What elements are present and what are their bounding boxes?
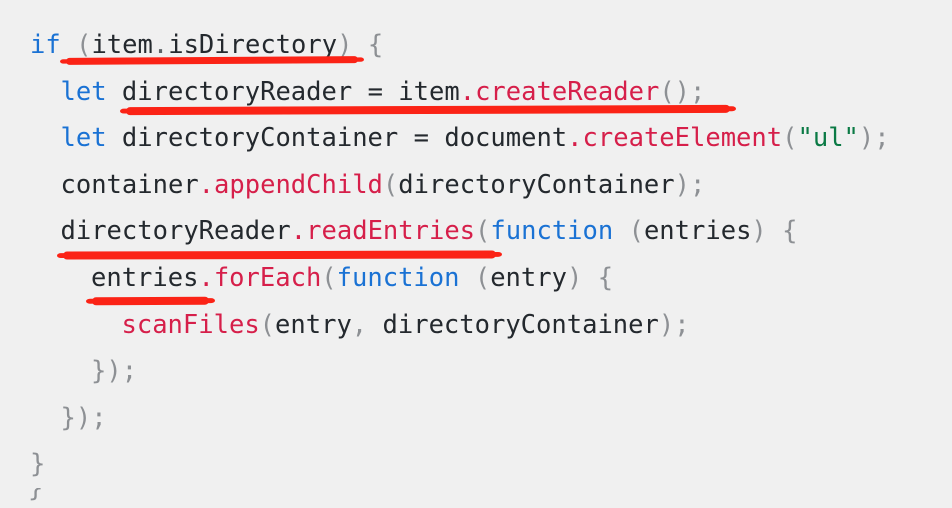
code-line[interactable]: directoryReader.readEntries(function (en… (0, 208, 952, 255)
code-line[interactable]: entries.forEach(function (entry) { (0, 255, 952, 302)
code-token: ( (475, 216, 491, 247)
code-lines-container[interactable]: if (item.isDirectory) {let directoryRead… (0, 22, 952, 508)
code-token: . (198, 262, 214, 293)
code-token: ; (689, 169, 706, 200)
code-token: ( (321, 262, 337, 293)
code-token: ) (106, 356, 122, 387)
code-line[interactable]: scanFiles(entry, directoryContainer); (0, 302, 952, 349)
code-line[interactable]: } (0, 441, 952, 488)
code-token: ; (91, 402, 107, 433)
code-line[interactable]: if (item.isDirectory) { (0, 22, 952, 69)
code-token: directoryContainer (398, 169, 675, 200)
code-token: scanFiles (121, 309, 260, 340)
code-token: directoryContainer (382, 309, 659, 340)
code-token: ( (628, 216, 644, 247)
code-token: } (28, 487, 44, 503)
code-token: } (60, 402, 76, 433)
code-token: ) (674, 169, 690, 200)
code-token: ) (751, 216, 767, 247)
code-line[interactable]: }); (0, 395, 952, 442)
code-token: . (152, 30, 169, 60)
code-token: ) (566, 262, 583, 293)
code-token: ( (782, 123, 798, 154)
code-token: . (198, 169, 215, 200)
code-token: readEntries (306, 216, 476, 247)
code-token: let (60, 76, 107, 107)
code-token: { (597, 262, 614, 293)
code-token: forEach (213, 262, 322, 293)
code-token: . (459, 76, 476, 107)
code-token: = (413, 123, 429, 154)
code-token: ( (382, 169, 399, 200)
code-token: entry (275, 309, 352, 340)
code-token: ; (874, 123, 890, 154)
code-token: ) (674, 76, 691, 107)
code-token: ( (259, 309, 276, 340)
code-token: entries (643, 216, 752, 247)
code-token: ; (690, 76, 706, 107)
code-token: ; (674, 309, 690, 340)
code-token: appendChild (214, 169, 383, 200)
code-token: if (30, 30, 61, 60)
code-token: createReader (475, 76, 660, 107)
code-token: directoryReader (121, 76, 353, 107)
code-token: , (351, 309, 368, 340)
code-token: createElement (582, 123, 783, 154)
code-token: ; (121, 356, 138, 387)
code-token: . (567, 123, 583, 154)
code-line[interactable]: let directoryContainer = document.create… (0, 115, 952, 162)
code-snippet: if (item.isDirectory) {let directoryRead… (0, 0, 952, 508)
code-token: ( (474, 262, 491, 293)
code-line[interactable]: container.appendChild(directoryContainer… (0, 162, 952, 209)
code-token: entry (490, 262, 567, 293)
code-token: isDirectory (168, 30, 338, 60)
code-token: ) (75, 402, 92, 433)
code-token: { (367, 30, 384, 60)
code-line[interactable]: } (0, 488, 952, 508)
code-token: = (367, 76, 383, 107)
code-token: item (398, 76, 460, 107)
code-token: ) (658, 309, 675, 340)
code-token: item (91, 30, 153, 60)
code-token: ( (76, 30, 92, 60)
code-token: entries (91, 262, 199, 293)
code-token: function (336, 262, 460, 293)
code-token: directoryContainer (121, 123, 399, 154)
code-token: function (490, 216, 614, 247)
code-token: document (444, 123, 568, 154)
code-token: "ul" (797, 123, 859, 154)
code-token: container (60, 169, 199, 200)
code-token: let (60, 123, 107, 154)
code-token: ) (337, 30, 353, 60)
code-token: . (290, 216, 307, 247)
code-token: ( (659, 76, 675, 107)
code-token: } (30, 449, 46, 480)
code-token: { (782, 216, 798, 247)
code-token: } (91, 356, 107, 387)
code-token: directoryReader (60, 216, 291, 247)
code-token: ) (858, 123, 875, 154)
code-line[interactable]: }); (0, 348, 952, 395)
code-line[interactable]: let directoryReader = item.createReader(… (0, 69, 952, 116)
